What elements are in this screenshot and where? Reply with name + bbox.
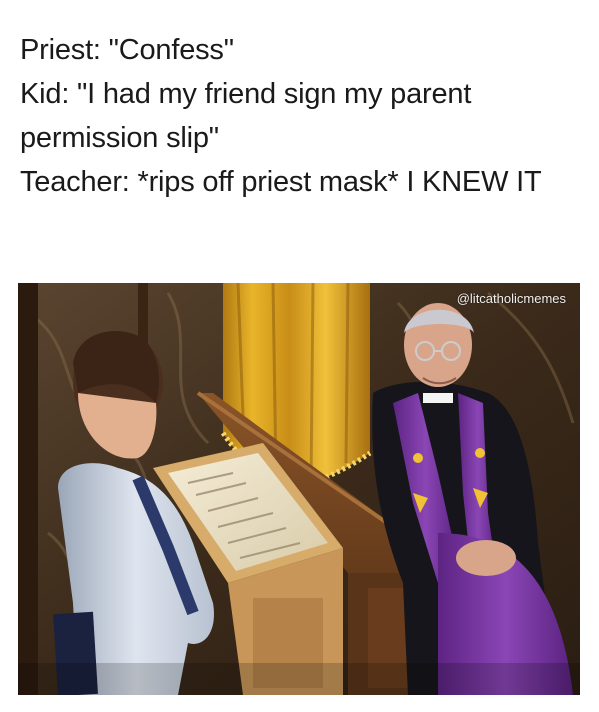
caption-line-teacher: Teacher: *rips off priest mask* I KNEW I…	[20, 166, 542, 198]
floor-shadow	[18, 663, 580, 695]
confessional-illustration	[18, 283, 580, 695]
caption-line-kid: Kid: "I had my friend sign my parent per…	[20, 78, 472, 154]
confessional-photo: @litcatholicmemes	[18, 283, 580, 695]
caption-line-priest: Priest: "Confess"	[20, 34, 234, 66]
watermark-text: @litcatholicmemes	[456, 291, 566, 306]
frame-left	[18, 283, 38, 695]
meme-caption: Priest: "Confess" Kid: "I had my friend …	[20, 28, 580, 204]
